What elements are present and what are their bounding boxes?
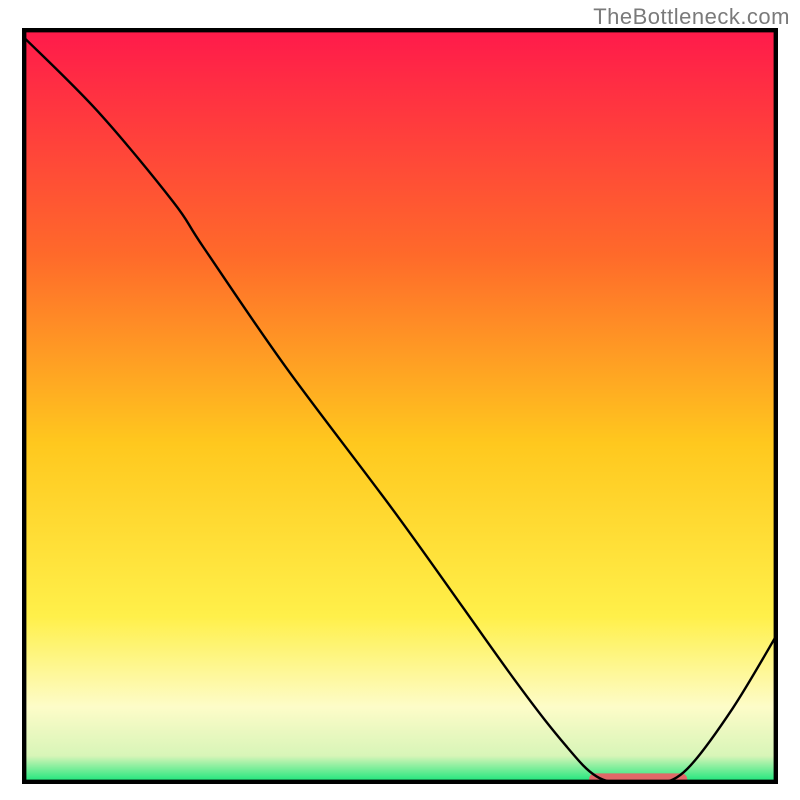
watermark-text: TheBottleneck.com: [593, 4, 790, 30]
chart-root: TheBottleneck.com: [0, 0, 800, 800]
chart-svg: [22, 28, 778, 784]
plot-area: [22, 28, 778, 784]
gradient-background: [24, 30, 776, 782]
